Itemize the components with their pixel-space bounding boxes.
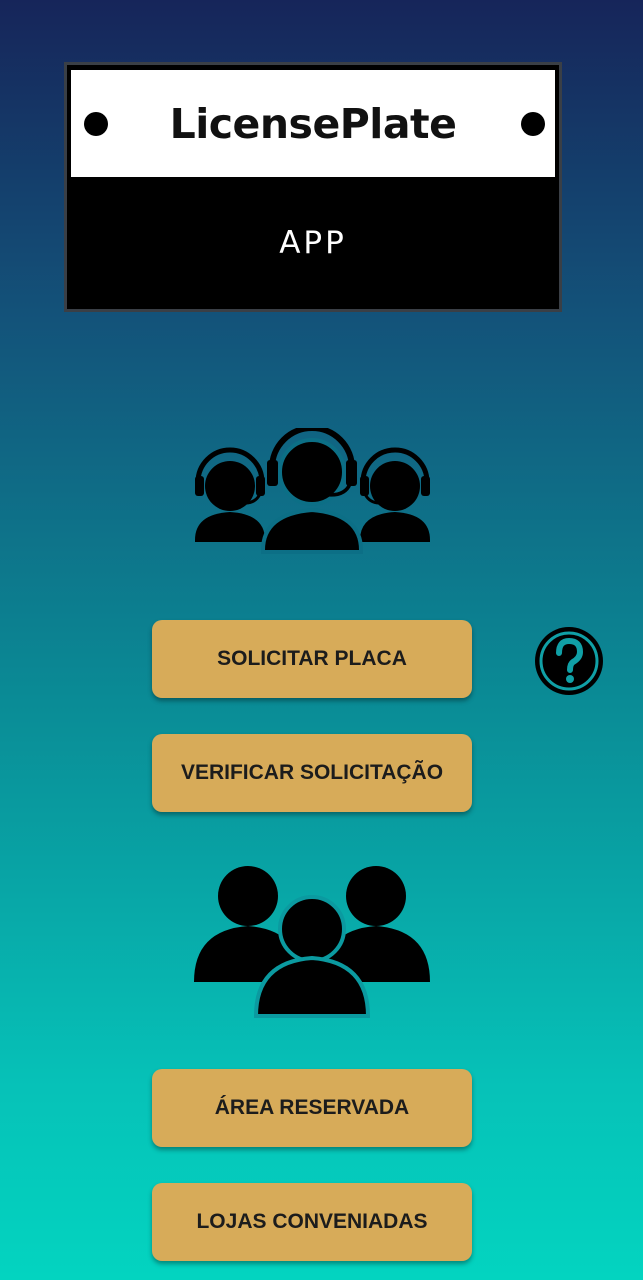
area-reservada-button[interactable]: ÁREA RESERVADA (152, 1069, 472, 1147)
logo-plate-top: LicensePlate (71, 70, 555, 177)
logo-title: LicensePlate (169, 100, 457, 148)
logo-subtitle: APP (279, 225, 347, 261)
customer-support-icon (195, 428, 430, 554)
verificar-solicitacao-button[interactable]: VERIFICAR SOLICITAÇÃO (152, 734, 472, 812)
lojas-conveniadas-button[interactable]: LOJAS CONVENIADAS (152, 1183, 472, 1261)
users-group-icon (194, 866, 430, 1018)
solicitar-placa-button[interactable]: SOLICITAR PLACA (152, 620, 472, 698)
license-plate-logo: LicensePlate APP (64, 62, 562, 312)
plate-screw-right (521, 112, 545, 136)
help-icon[interactable] (532, 624, 606, 698)
